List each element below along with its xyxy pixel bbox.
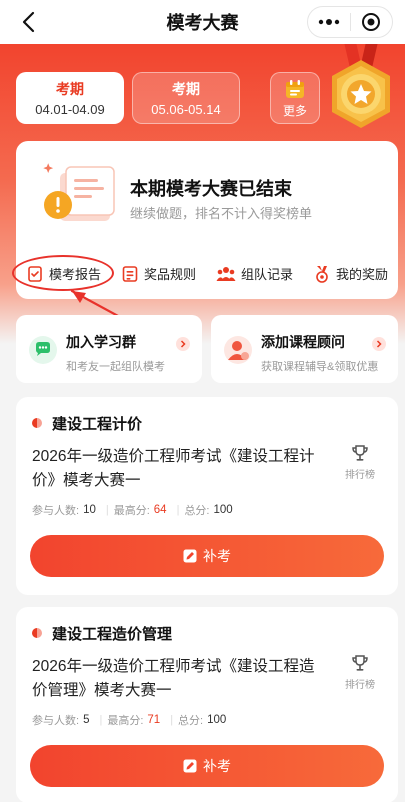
promo-title: 添加课程顾问	[261, 334, 345, 350]
divider: |	[99, 714, 103, 726]
exam-ended-illustration	[43, 163, 115, 221]
quick-link-label: 模考报告	[48, 267, 101, 282]
period-date: 04.01-04.09	[35, 102, 105, 117]
exam-card: 建设工程造价管理 2026年一级造价工程师考试《建设工程造价管理》模考大赛一 排…	[16, 607, 398, 802]
period-label: 考期	[56, 81, 84, 97]
exam-stats: 参与人数: 10 | 最高分: 64 | 总分: 100	[32, 502, 238, 518]
highest-score-value: 64	[153, 504, 167, 516]
exam-subject: 建设工程造价管理	[52, 626, 173, 643]
exam-card: 建设工程计价 2026年一级造价工程师考试《建设工程计价》模考大赛一 排行榜 参…	[16, 397, 398, 595]
target-close-icon	[362, 13, 381, 31]
highest-score-label: 最高分:	[113, 505, 150, 517]
quick-link-my-rewards[interactable]: 我的奖励	[311, 260, 390, 287]
total-score-label: 总分:	[184, 505, 210, 517]
more-periods-button[interactable]: 更多	[270, 72, 320, 124]
quick-link-report[interactable]: 模考报告	[24, 260, 103, 287]
page-title: 模考大赛	[166, 13, 239, 33]
quick-link-label: 奖品规则	[143, 267, 196, 282]
mini-program-capsule	[307, 6, 393, 38]
chevron-right-icon	[176, 337, 190, 351]
exam-name: 2026年一级造价工程师考试《建设工程造价管理》模考大赛一	[32, 658, 315, 699]
team-icon	[216, 266, 236, 281]
advisor-icon	[224, 336, 252, 364]
leaderboard-button[interactable]: 排行榜	[340, 653, 380, 691]
participants-value: 5	[83, 714, 90, 726]
report-icon	[28, 265, 42, 282]
subject-dot-icon	[32, 418, 42, 428]
award-icon	[316, 265, 328, 283]
subject-dot-icon	[32, 628, 42, 638]
promo-subtitle: 和考友一起组队模考	[66, 361, 165, 373]
close-miniprogram-button[interactable]	[351, 7, 393, 37]
promo-title: 加入学习群	[66, 334, 136, 350]
participants-label: 参与人数:	[32, 505, 80, 517]
participants-label: 参与人数:	[32, 715, 80, 727]
period-label: 考期	[172, 81, 200, 97]
chevron-right-icon	[372, 337, 386, 351]
quick-link-team-records[interactable]: 组队记录	[214, 260, 295, 287]
divider: |	[176, 504, 180, 516]
exam-subject: 建设工程计价	[52, 416, 143, 433]
exam-name: 2026年一级造价工程师考试《建设工程计价》模考大赛一	[32, 448, 315, 489]
promo-subtitle: 获取课程辅导&领取优惠	[261, 361, 379, 373]
divider: |	[170, 714, 174, 726]
join-study-group-card[interactable]: 加入学习群 和考友一起组队模考	[16, 315, 202, 383]
dots-icon	[318, 19, 339, 25]
period-tab-2[interactable]: 考期 05.06-05.14	[132, 72, 240, 124]
makeup-exam-label: 补考	[203, 758, 231, 774]
period-tab-1[interactable]: 考期 04.01-04.09	[16, 72, 124, 124]
medal-icon	[332, 42, 390, 128]
total-score-value: 100	[207, 714, 227, 726]
quick-link-prize-rules[interactable]: 奖品规则	[119, 260, 198, 287]
edit-icon	[183, 759, 197, 773]
add-course-advisor-card[interactable]: 添加课程顾问 获取课程辅导&领取优惠	[211, 315, 398, 383]
quick-link-label: 我的奖励	[335, 267, 388, 282]
leaderboard-button[interactable]: 排行榜	[340, 443, 380, 481]
more-label: 更多	[282, 103, 307, 118]
status-card: 本期模考大赛已结束 继续做题，排名不计入得奖榜单 模考报告 奖品规则 组队记录 …	[16, 141, 398, 299]
nav-bar: 模考大赛	[0, 0, 405, 44]
highest-score-value: 71	[147, 714, 161, 726]
period-date: 05.06-05.14	[151, 102, 221, 117]
leaderboard-label: 排行榜	[345, 470, 375, 481]
exam-stats: 参与人数: 5 | 最高分: 71 | 总分: 100	[32, 712, 231, 728]
back-button[interactable]	[14, 8, 42, 36]
participants-value: 10	[83, 504, 96, 516]
trophy-icon	[352, 445, 368, 461]
more-menu-button[interactable]	[308, 7, 350, 37]
quick-link-label: 组队记录	[240, 267, 293, 282]
status-title: 本期模考大赛已结束	[130, 179, 292, 199]
highest-score-label: 最高分:	[107, 715, 144, 727]
total-score-label: 总分:	[178, 715, 204, 727]
divider: |	[105, 504, 109, 516]
leaderboard-label: 排行榜	[345, 680, 375, 691]
list-icon	[122, 265, 138, 282]
chevron-left-icon	[22, 11, 35, 33]
makeup-exam-button[interactable]: 补考	[30, 535, 384, 577]
edit-icon	[183, 549, 197, 563]
makeup-exam-label: 补考	[203, 548, 231, 564]
quick-links: 模考报告 奖品规则 组队记录 我的奖励	[16, 260, 398, 287]
makeup-exam-button[interactable]: 补考	[30, 745, 384, 787]
chat-group-icon	[29, 336, 57, 364]
period-tabs: 考期 04.01-04.09 考期 05.06-05.14	[16, 72, 240, 124]
trophy-icon	[352, 655, 368, 671]
total-score-value: 100	[213, 504, 233, 516]
status-subtitle: 继续做题，排名不计入得奖榜单	[130, 206, 313, 221]
calendar-icon	[286, 79, 304, 98]
